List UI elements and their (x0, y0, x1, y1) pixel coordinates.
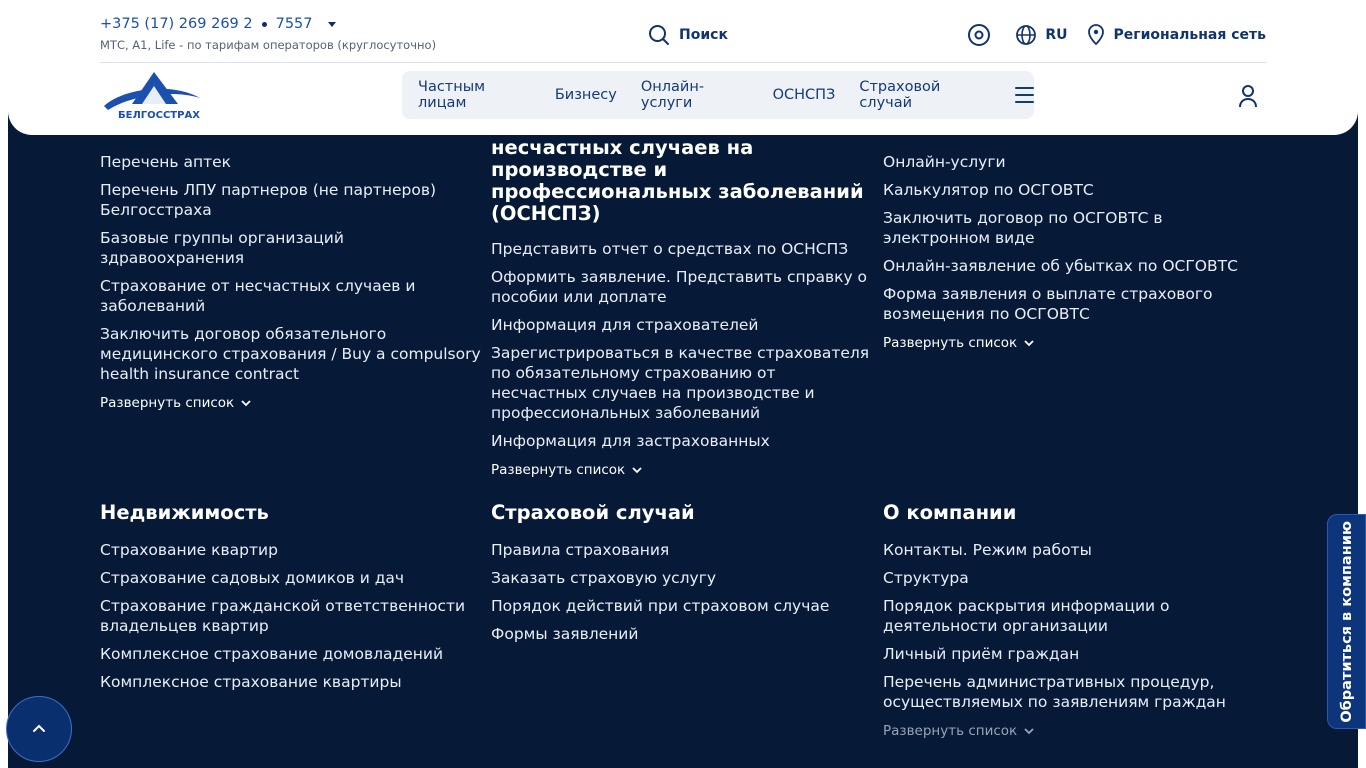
footer-column-medical: Перечень аптек Перечень ЛПУ партнеров (н… (100, 152, 485, 411)
caret-down-icon[interactable] (327, 21, 336, 27)
chevron-down-icon (632, 467, 642, 474)
user-icon (1239, 85, 1257, 108)
regional-network-label: Региональная сеть (1113, 27, 1266, 43)
footer-link[interactable]: Комплексное страхование домовладений (100, 644, 485, 664)
phone-block[interactable]: +375 (17) 269 269 2 7557 (100, 16, 336, 32)
column-title: О компании (883, 501, 1017, 524)
footer-link[interactable]: Онлайн-заявление об убытках по ОСГОВТС (883, 256, 1268, 276)
logo-mark: БЕЛГОССТРАХ (104, 72, 200, 121)
footer-link[interactable]: Порядок раскрытия информации о деятельно… (883, 596, 1268, 636)
chevron-down-icon (1024, 728, 1034, 735)
footer-link[interactable]: Перечень административных процедур, осущ… (883, 672, 1268, 712)
footer-link[interactable]: Перечень аптек (100, 152, 485, 172)
footer-link[interactable]: Страхование квартир (100, 540, 485, 560)
footer-link[interactable]: Оформить заявление. Представить справку … (491, 267, 876, 307)
column-title: Недвижимость (100, 501, 269, 524)
footer-link[interactable]: Представить отчет о средствах по ОСНСПЗ (491, 239, 876, 259)
footer-column-online: Онлайн-услуги Калькулятор по ОСГОВТС Зак… (883, 152, 1268, 351)
footer-column-about: О компании Контакты. Режим работы Структ… (883, 501, 1268, 740)
eye-icon (968, 24, 991, 46)
footer-link[interactable]: Заказать страховую услугу (491, 568, 876, 588)
footer-link[interactable]: Личный приём граждан (883, 644, 1268, 664)
footer-link[interactable]: Контакты. Режим работы (883, 540, 1268, 560)
footer-link[interactable]: Страхование от несчастных случаев и забо… (100, 276, 485, 316)
expand-list-label: Развернуть список (883, 335, 1018, 351)
contact-company-label: Обратиться в компанию (1338, 520, 1355, 723)
footer-column-insured-event: Страховой случай Правила страхования Зак… (491, 502, 876, 652)
header-divider (100, 62, 1266, 63)
logo[interactable]: БЕЛГОССТРАХ (102, 70, 202, 122)
footer-link[interactable]: Заключить договор обязательного медицинс… (100, 324, 485, 384)
footer-link[interactable]: Заключить договор по ОСГОВТС в электронн… (883, 208, 1268, 248)
nav-item-insured-event[interactable]: Страховой случай (859, 79, 989, 111)
footer-link[interactable]: Калькулятор по ОСГОВТС (883, 180, 1268, 200)
footer-link[interactable]: Правила страхования (491, 540, 876, 560)
footer-link[interactable]: Базовые группы организаций здравоохранен… (100, 228, 485, 268)
footer-link[interactable]: Формы заявлений (491, 624, 876, 644)
footer-column-realty: Недвижимость Страхование квартир Страхов… (100, 502, 485, 700)
short-number[interactable]: 7557 (276, 16, 313, 32)
accessibility-button[interactable] (967, 23, 991, 47)
expand-list-button[interactable]: Развернуть список (491, 462, 643, 478)
expand-list-button[interactable]: Развернуть список (100, 395, 252, 411)
menu-burger-icon[interactable] (1015, 87, 1034, 103)
nav-item-osnspz[interactable]: ОСНСПЗ (773, 87, 836, 103)
expand-list-label: Развернуть список (100, 395, 235, 411)
chevron-up-icon (33, 724, 45, 732)
expand-list-label: Развернуть список (491, 462, 626, 478)
globe-icon (1016, 25, 1037, 45)
footer-column-osnspz: несчастных случаев на производстве и про… (491, 136, 876, 479)
search-button[interactable]: Поиск (648, 24, 728, 46)
expand-list-label: Развернуть список (883, 723, 1018, 739)
header-actions: RU Региональная сеть (967, 23, 1266, 47)
footer-link[interactable]: Зарегистрироваться в качестве страховате… (491, 343, 876, 423)
footer-link[interactable]: Структура (883, 568, 1268, 588)
language-switcher[interactable]: RU (1015, 24, 1068, 46)
nav-item-private[interactable]: Частным лицам (418, 79, 531, 111)
column-title: несчастных случаев на производстве и про… (491, 136, 864, 225)
footer-link[interactable]: Страхование садовых домиков и дач (100, 568, 485, 588)
search-label: Поиск (679, 27, 728, 43)
contact-company-tab[interactable]: Обратиться в компанию (1327, 514, 1366, 729)
footer-link[interactable]: Порядок действий при страховом случае (491, 596, 876, 616)
location-pin-icon (1087, 24, 1104, 46)
logo-text: БЕЛГОССТРАХ (118, 110, 200, 121)
expand-list-button[interactable]: Развернуть список (883, 335, 1035, 351)
user-account-button[interactable] (1238, 84, 1258, 108)
footer-link[interactable]: Перечень ЛПУ партнеров (не партнеров) Бе… (100, 180, 485, 220)
nav-item-online[interactable]: Онлайн-услуги (641, 79, 749, 111)
footer-link[interactable]: Страхование гражданской ответственности … (100, 596, 485, 636)
footer-link[interactable]: Информация для страхователей (491, 315, 876, 335)
footer-link[interactable]: Онлайн-услуги (883, 152, 1268, 172)
language-label: RU (1045, 27, 1068, 43)
footer-link[interactable]: Комплексное страхование квартиры (100, 672, 485, 692)
regional-network-link[interactable]: Региональная сеть (1086, 24, 1266, 46)
phone-number[interactable]: +375 (17) 269 269 2 (100, 16, 253, 32)
nav-item-business[interactable]: Бизнесу (555, 87, 617, 103)
site-header: +375 (17) 269 269 2 7557 МТС, A1, Life -… (8, 0, 1358, 135)
scroll-to-top-button[interactable] (6, 696, 72, 762)
separator-dot (261, 21, 267, 27)
chevron-down-icon (241, 400, 251, 407)
expand-list-button[interactable]: Развернуть список (883, 723, 1035, 739)
footer-link[interactable]: Информация для застрахованных (491, 431, 876, 451)
main-nav: Частным лицам Бизнесу Онлайн-услуги ОСНС… (402, 71, 1034, 119)
phone-note: МТС, A1, Life - по тарифам операторов (к… (100, 38, 437, 52)
search-icon (649, 25, 669, 45)
chevron-down-icon (1024, 340, 1034, 347)
column-title: Страховой случай (491, 501, 695, 524)
footer-link[interactable]: Форма заявления о выплате страхового воз… (883, 284, 1268, 324)
